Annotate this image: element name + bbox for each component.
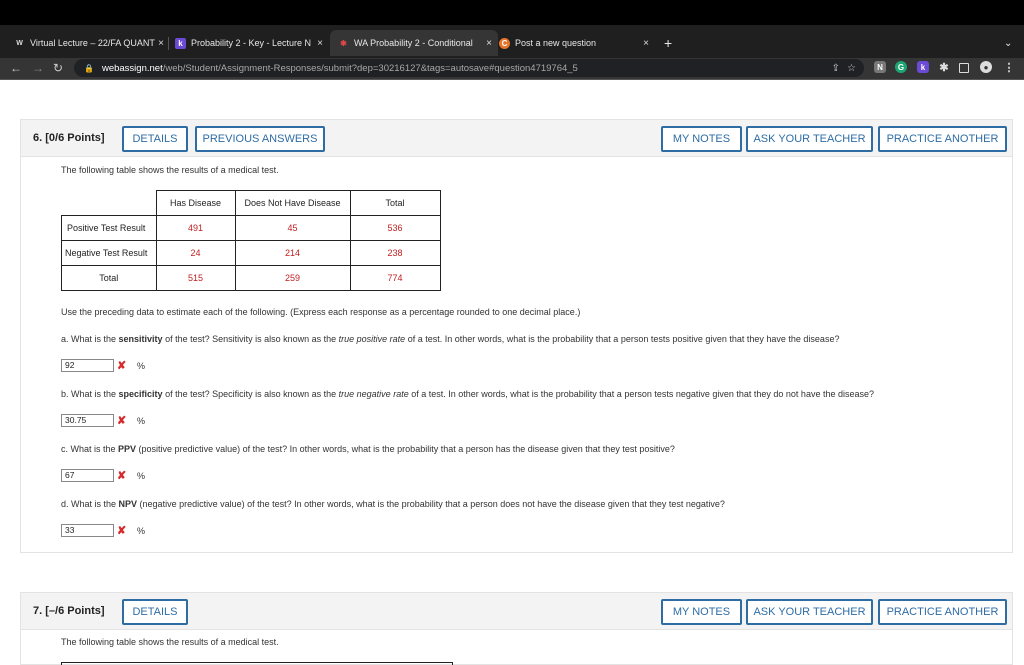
address-bar[interactable]: 🔒 webassign.net/web/Student/Assignment-R…	[74, 59, 864, 77]
url-host: webassign.net	[101, 62, 163, 74]
tab-label: Post a new question	[515, 38, 597, 48]
percent-unit: %	[137, 361, 146, 371]
question-7-body	[20, 630, 1013, 665]
incorrect-x-icon: ✘	[117, 360, 127, 372]
incorrect-x-icon: ✘	[117, 470, 127, 482]
table-cell: 24	[155, 240, 236, 266]
table-header: Does Not Have Disease	[234, 190, 351, 216]
ask-teacher-button[interactable]: ASK YOUR TEACHER	[746, 599, 873, 625]
browser-toolbar: ← → ↻ 🔒 webassign.net/web/Student/Assign…	[0, 58, 1024, 80]
table-cell: 515	[155, 265, 236, 291]
browser-tab-bar: W Virtual Lecture – 22/FA QUANT × k Prob…	[0, 25, 1024, 58]
percent-unit: %	[137, 471, 146, 481]
question-intro: The following table shows the results of…	[61, 165, 279, 175]
table-cell: 774	[349, 265, 441, 291]
star-icon[interactable]: ☆	[847, 63, 856, 74]
close-icon[interactable]: ×	[643, 38, 649, 49]
menu-icon[interactable]: ⋮	[1003, 61, 1015, 74]
details-button[interactable]: DETAILS	[122, 599, 188, 625]
k-extension-icon[interactable]: k	[917, 61, 929, 73]
back-arrow-icon[interactable]: ←	[10, 61, 22, 75]
question-7-header: 7. [–/6 Points] DETAILS MY NOTES ASK YOU…	[20, 592, 1013, 630]
grammarly-icon[interactable]: G	[895, 61, 907, 73]
profile-avatar[interactable]: ●	[980, 61, 992, 73]
chevron-down-icon[interactable]: ⌄	[1004, 30, 1012, 56]
tab-label: Probability 2 - Key - Lecture N	[191, 38, 312, 48]
part-b-answer-input[interactable]: 30.75	[61, 414, 114, 427]
tab-probability-key[interactable]: k Probability 2 - Key - Lecture N ×	[175, 30, 323, 56]
table-cell: 536	[349, 215, 441, 241]
practice-another-button[interactable]: PRACTICE ANOTHER	[878, 599, 1007, 625]
table-header: Total	[349, 190, 441, 216]
part-b-question: b. What is the specificity of the test? …	[61, 389, 874, 399]
close-icon[interactable]: ×	[486, 38, 492, 49]
part-c-answer-input[interactable]: 67	[61, 469, 114, 482]
tab-post-question[interactable]: C Post a new question ×	[499, 30, 649, 56]
table-row: Total 515 259 774	[61, 265, 441, 291]
url-path: /web/Student/Assignment-Responses/submit…	[162, 62, 578, 74]
tab-label: WA Probability 2 - Conditional	[354, 38, 473, 48]
my-notes-button[interactable]: MY NOTES	[661, 126, 742, 152]
question-title: 7. [–/6 Points]	[33, 605, 105, 617]
table-header-empty	[61, 190, 157, 216]
table-row: Positive Test Result 491 45 536	[61, 215, 441, 241]
table-cell: 259	[234, 265, 351, 291]
question-intro: The following table shows the results of…	[61, 637, 279, 647]
percent-unit: %	[137, 526, 146, 536]
part-a-question: a. What is the sensitivity of the test? …	[61, 334, 840, 344]
incorrect-x-icon: ✘	[117, 525, 127, 537]
share-icon[interactable]: ⇪	[832, 63, 840, 74]
question-6-header: 6. [0/6 Points] DETAILS PREVIOUS ANSWERS…	[20, 119, 1013, 157]
part-d-answer-input[interactable]: 33	[61, 524, 114, 537]
table-header: Has Disease	[155, 190, 236, 216]
new-tab-button[interactable]: +	[664, 30, 672, 56]
reload-icon[interactable]: ↻	[53, 61, 63, 75]
my-notes-button[interactable]: MY NOTES	[661, 599, 742, 625]
instructions-text: Use the preceding data to estimate each …	[61, 307, 581, 317]
tab-label: Virtual Lecture – 22/FA QUANT	[30, 38, 155, 48]
table-cell: 238	[349, 240, 441, 266]
table-cell: 214	[234, 240, 351, 266]
os-top-bar	[0, 0, 1024, 25]
table-cell: 491	[155, 215, 236, 241]
webassign-favicon-icon: W	[16, 39, 23, 47]
table-cell: 45	[234, 215, 351, 241]
part-c-question: c. What is the PPV (positive predictive …	[61, 444, 675, 454]
practice-another-button[interactable]: PRACTICE ANOTHER	[878, 126, 1007, 152]
row-header: Negative Test Result	[61, 240, 157, 266]
chegg-favicon-icon: C	[499, 37, 510, 49]
forward-arrow-icon[interactable]: →	[32, 61, 44, 75]
wa-favicon-icon: ✱	[340, 38, 347, 48]
extension-icon[interactable]: N	[874, 61, 886, 73]
row-header: Positive Test Result	[61, 215, 157, 241]
puzzle-icon[interactable]: ✱	[938, 61, 950, 74]
tab-virtual-lecture[interactable]: W Virtual Lecture – 22/FA QUANT ×	[14, 30, 164, 56]
previous-answers-button[interactable]: PREVIOUS ANSWERS	[195, 126, 325, 152]
k-favicon-icon: k	[175, 37, 186, 49]
percent-unit: %	[137, 416, 146, 426]
close-icon[interactable]: ×	[158, 38, 164, 49]
sidebar-icon[interactable]	[959, 63, 969, 73]
part-a-answer-input[interactable]: 92	[61, 359, 114, 372]
ask-teacher-button[interactable]: ASK YOUR TEACHER	[746, 126, 873, 152]
results-table: Has Disease Does Not Have Disease Total …	[61, 190, 441, 291]
table-row: Negative Test Result 24 214 238	[61, 240, 441, 266]
tab-wa-probability[interactable]: ✱ WA Probability 2 - Conditional ×	[330, 30, 498, 56]
row-header: Total	[61, 265, 157, 291]
details-button[interactable]: DETAILS	[122, 126, 188, 152]
lock-icon: 🔒	[84, 63, 94, 73]
question-title: 6. [0/6 Points]	[33, 132, 105, 144]
close-icon[interactable]: ×	[317, 38, 323, 49]
part-d-question: d. What is the NPV (negative predictive …	[61, 499, 725, 509]
incorrect-x-icon: ✘	[117, 415, 127, 427]
